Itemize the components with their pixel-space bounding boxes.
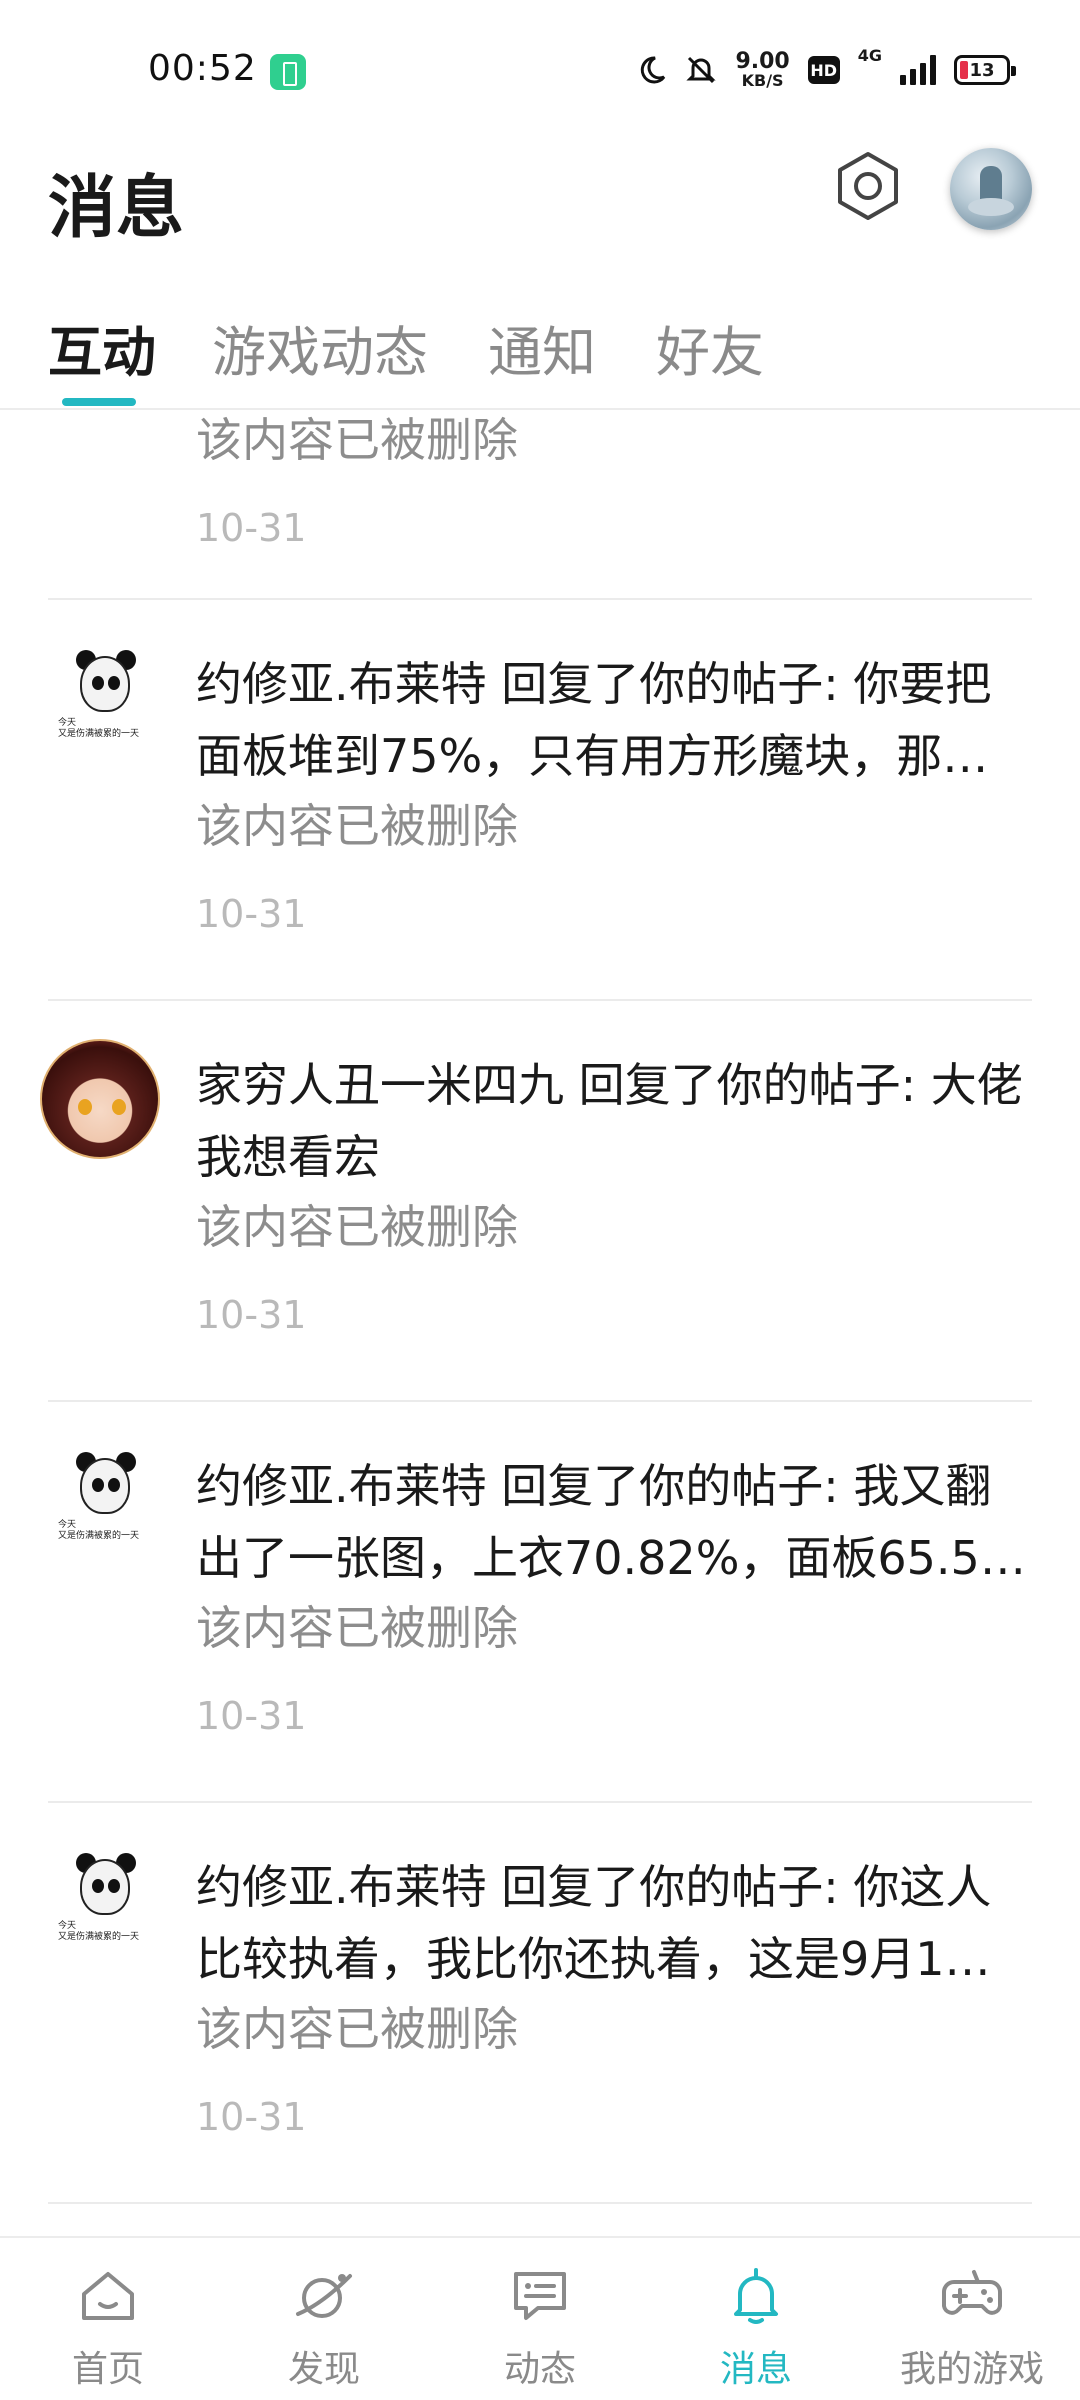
deleted-notice: 该内容已被删除 bbox=[196, 799, 518, 853]
signal-icon bbox=[900, 55, 936, 85]
header: 消息 bbox=[0, 140, 1080, 260]
sender-avatar[interactable]: 今天 又是伤满被累的一天 bbox=[40, 1841, 160, 1961]
nav-label: 首页 bbox=[71, 2349, 144, 2390]
active-tab-indicator bbox=[62, 398, 136, 406]
message-date: 10-31 bbox=[196, 2095, 307, 2139]
message-date: 10-31 bbox=[196, 1694, 307, 1738]
list-item[interactable]: 该内容已被删除 10-31 bbox=[0, 410, 1080, 610]
battery-icon: 13 bbox=[954, 55, 1016, 85]
nav-label: 发现 bbox=[287, 2349, 360, 2390]
avatar-caption: 又是伤满被累的一天 bbox=[58, 1932, 140, 1942]
nav-label: 我的游戏 bbox=[899, 2349, 1044, 2390]
nav-home[interactable]: 首页 bbox=[0, 2238, 216, 2400]
nav-messages[interactable]: 消息 bbox=[648, 2238, 864, 2400]
message-tabs: 互动 游戏动态 通知 好友 bbox=[0, 290, 1080, 410]
home-icon bbox=[82, 2272, 134, 2320]
nav-my-games[interactable]: 我的游戏 bbox=[864, 2238, 1080, 2400]
nav-label: 消息 bbox=[719, 2349, 792, 2390]
nav-discover[interactable]: 发现 bbox=[216, 2238, 432, 2400]
message-text: 约修亚.布莱特 回复了你的帖子: 你要把面板堆到75%，只有用方形魔块，那… bbox=[196, 657, 992, 783]
avatar-caption: 今天 bbox=[58, 1520, 77, 1530]
tab-friends[interactable]: 好友 bbox=[656, 308, 764, 387]
message-list[interactable]: 该内容已被删除 10-31 今天 又是伤满被累的一天 约修亚.布莱特 回复了你的帖… bbox=[0, 410, 1080, 2235]
deleted-notice: 该内容已被删除 bbox=[196, 413, 518, 467]
speed-value: 9.00 bbox=[735, 49, 790, 74]
hd-badge: HD bbox=[807, 56, 840, 84]
avatar-caption: 今天 bbox=[58, 1921, 77, 1931]
sender-avatar[interactable]: 今天 又是伤满被累的一天 bbox=[40, 638, 160, 758]
gear-icon bbox=[838, 152, 898, 220]
planet-icon bbox=[296, 2274, 352, 2318]
status-bar: 00:52 9.00 KB/S HD 4G 13 bbox=[0, 0, 1080, 140]
sender-avatar[interactable]: 今天 又是伤满被累的一天 bbox=[40, 1440, 160, 1560]
message-text: 约修亚.布莱特 回复了你的帖子: 你这人比较执着，我比你还执着，这是9月1… bbox=[196, 1860, 992, 1986]
tab-game-updates[interactable]: 游戏动态 bbox=[212, 308, 428, 387]
nav-feed[interactable]: 动态 bbox=[432, 2238, 648, 2400]
message-date: 10-31 bbox=[196, 506, 307, 550]
message-text: 约修亚.布莱特 回复了你的帖子: 我又翻出了一张图，上衣70.82%，面板65.… bbox=[196, 1459, 1026, 1585]
battery-saver-icon bbox=[270, 54, 306, 90]
tab-notifications[interactable]: 通知 bbox=[488, 308, 596, 387]
bottom-navigation: 首页 发现 动态 消息 我的游戏 bbox=[0, 2236, 1080, 2400]
deleted-notice: 该内容已被删除 bbox=[196, 2002, 518, 2056]
speed-unit: KB/S bbox=[741, 71, 784, 90]
list-item[interactable]: 今天 又是伤满被累的一天 约修亚.布莱特 回复了你的帖子: 你要把面板堆到75%，… bbox=[0, 600, 1080, 1000]
divider bbox=[48, 2202, 1032, 2204]
message-text: 家穷人丑一米四九 回复了你的帖子: 大佬我想看宏 bbox=[196, 1058, 1023, 1184]
page-title: 消息 bbox=[48, 169, 185, 248]
deleted-notice: 该内容已被删除 bbox=[196, 1601, 518, 1655]
status-time: 00:52 bbox=[148, 48, 257, 89]
tab-interaction[interactable]: 互动 bbox=[48, 308, 156, 387]
list-item[interactable]: 家穷人丑一米四九 回复了你的帖子: 大佬我想看宏 该内容已被删除 10-31 bbox=[0, 1001, 1080, 1401]
deleted-notice: 该内容已被删除 bbox=[196, 1200, 518, 1254]
gamepad-icon bbox=[942, 2270, 1002, 2315]
nav-label: 动态 bbox=[503, 2349, 576, 2390]
avatar-caption: 今天 bbox=[58, 718, 77, 728]
avatar-caption: 又是伤满被累的一天 bbox=[58, 729, 140, 739]
mute-bell-icon bbox=[685, 51, 717, 89]
sender-avatar[interactable] bbox=[40, 1039, 160, 1159]
status-indicators: 9.00 KB/S HD 4G 13 bbox=[637, 46, 1016, 92]
feed-icon bbox=[514, 2272, 566, 2320]
bell-icon bbox=[734, 2268, 778, 2324]
list-item[interactable]: 今天 又是伤满被累的一天 约修亚.布莱特 回复了你的帖子: 你这人比较执着，我比你… bbox=[0, 1803, 1080, 2203]
battery-level: 13 bbox=[969, 59, 995, 81]
network-type: 4G bbox=[857, 46, 882, 65]
settings-button[interactable] bbox=[832, 150, 904, 222]
message-date: 10-31 bbox=[196, 1293, 307, 1337]
user-avatar[interactable] bbox=[950, 148, 1032, 230]
message-date: 10-31 bbox=[196, 892, 307, 936]
network-speed: 9.00 KB/S bbox=[735, 51, 789, 89]
list-item[interactable]: 今天 又是伤满被累的一天 约修亚.布莱特 回复了你的帖子: 我又翻出了一张图，上衣… bbox=[0, 1402, 1080, 1802]
avatar-caption: 又是伤满被累的一天 bbox=[58, 1531, 140, 1541]
moon-icon bbox=[637, 51, 667, 89]
